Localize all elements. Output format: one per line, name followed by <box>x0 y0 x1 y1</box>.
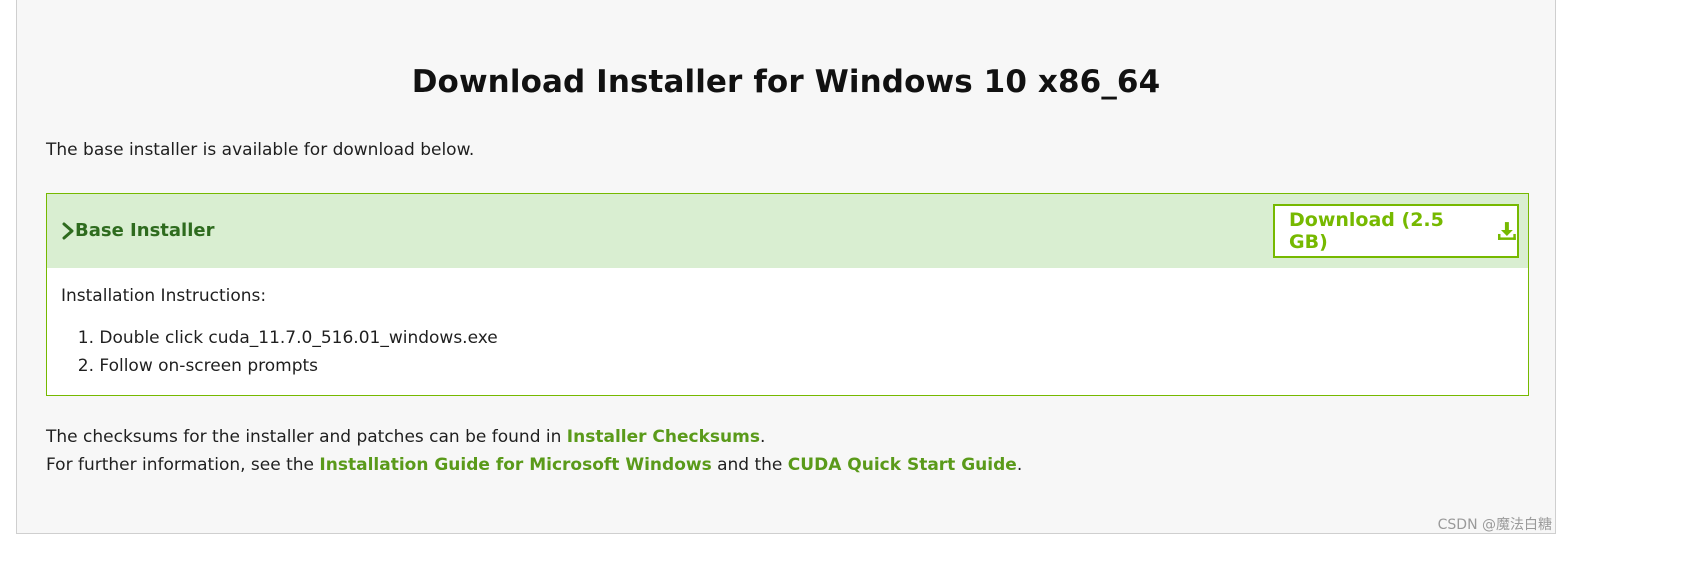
download-icon <box>1498 222 1517 240</box>
further-info-line: For further information, see the Install… <box>46 455 1022 475</box>
intro-text: The base installer is available for down… <box>46 140 475 160</box>
cuda-quick-start-link[interactable]: CUDA Quick Start Guide <box>788 455 1017 475</box>
content-panel: Download Installer for Windows 10 x86_64… <box>16 0 1556 534</box>
instructions-title: Installation Instructions: <box>61 286 267 306</box>
watermark-text: CSDN @魔法白糖 <box>1437 517 1552 533</box>
further-info-suffix: . <box>1016 455 1023 475</box>
installer-checksums-link[interactable]: Installer Checksums <box>567 427 760 447</box>
page-title: Download Installer for Windows 10 x86_64 <box>411 64 1161 100</box>
instruction-steps: 1. Double click cuda_11.7.0_516.01_windo… <box>61 327 498 383</box>
further-info-middle: and the <box>711 455 788 475</box>
download-button-label: Download (2.5 GB) <box>1289 209 1444 253</box>
installation-guide-link[interactable]: Installation Guide for Microsoft Windows <box>319 455 711 475</box>
further-info-prefix: For further information, see the <box>46 455 320 475</box>
installer-box: Base Installer Download (2.5 GB) Install… <box>46 193 1529 396</box>
step-number: 1. <box>77 328 94 348</box>
chevron-right-icon[interactable] <box>61 221 75 241</box>
list-item: 2. Follow on-screen prompts <box>61 355 498 383</box>
step-text: Double click cuda_11.7.0_516.01_windows.… <box>99 328 498 348</box>
installer-header[interactable]: Base Installer Download (2.5 GB) <box>47 194 1528 268</box>
download-button[interactable]: Download (2.5 GB) <box>1273 204 1519 258</box>
list-item: 1. Double click cuda_11.7.0_516.01_windo… <box>61 327 498 355</box>
checksums-suffix: . <box>759 427 766 447</box>
checksums-prefix: The checksums for the installer and patc… <box>46 427 567 447</box>
checksums-line: The checksums for the installer and patc… <box>46 427 765 447</box>
step-number: 2. <box>77 356 94 376</box>
base-installer-label[interactable]: Base Installer <box>75 220 214 241</box>
step-text: Follow on-screen prompts <box>99 356 319 376</box>
